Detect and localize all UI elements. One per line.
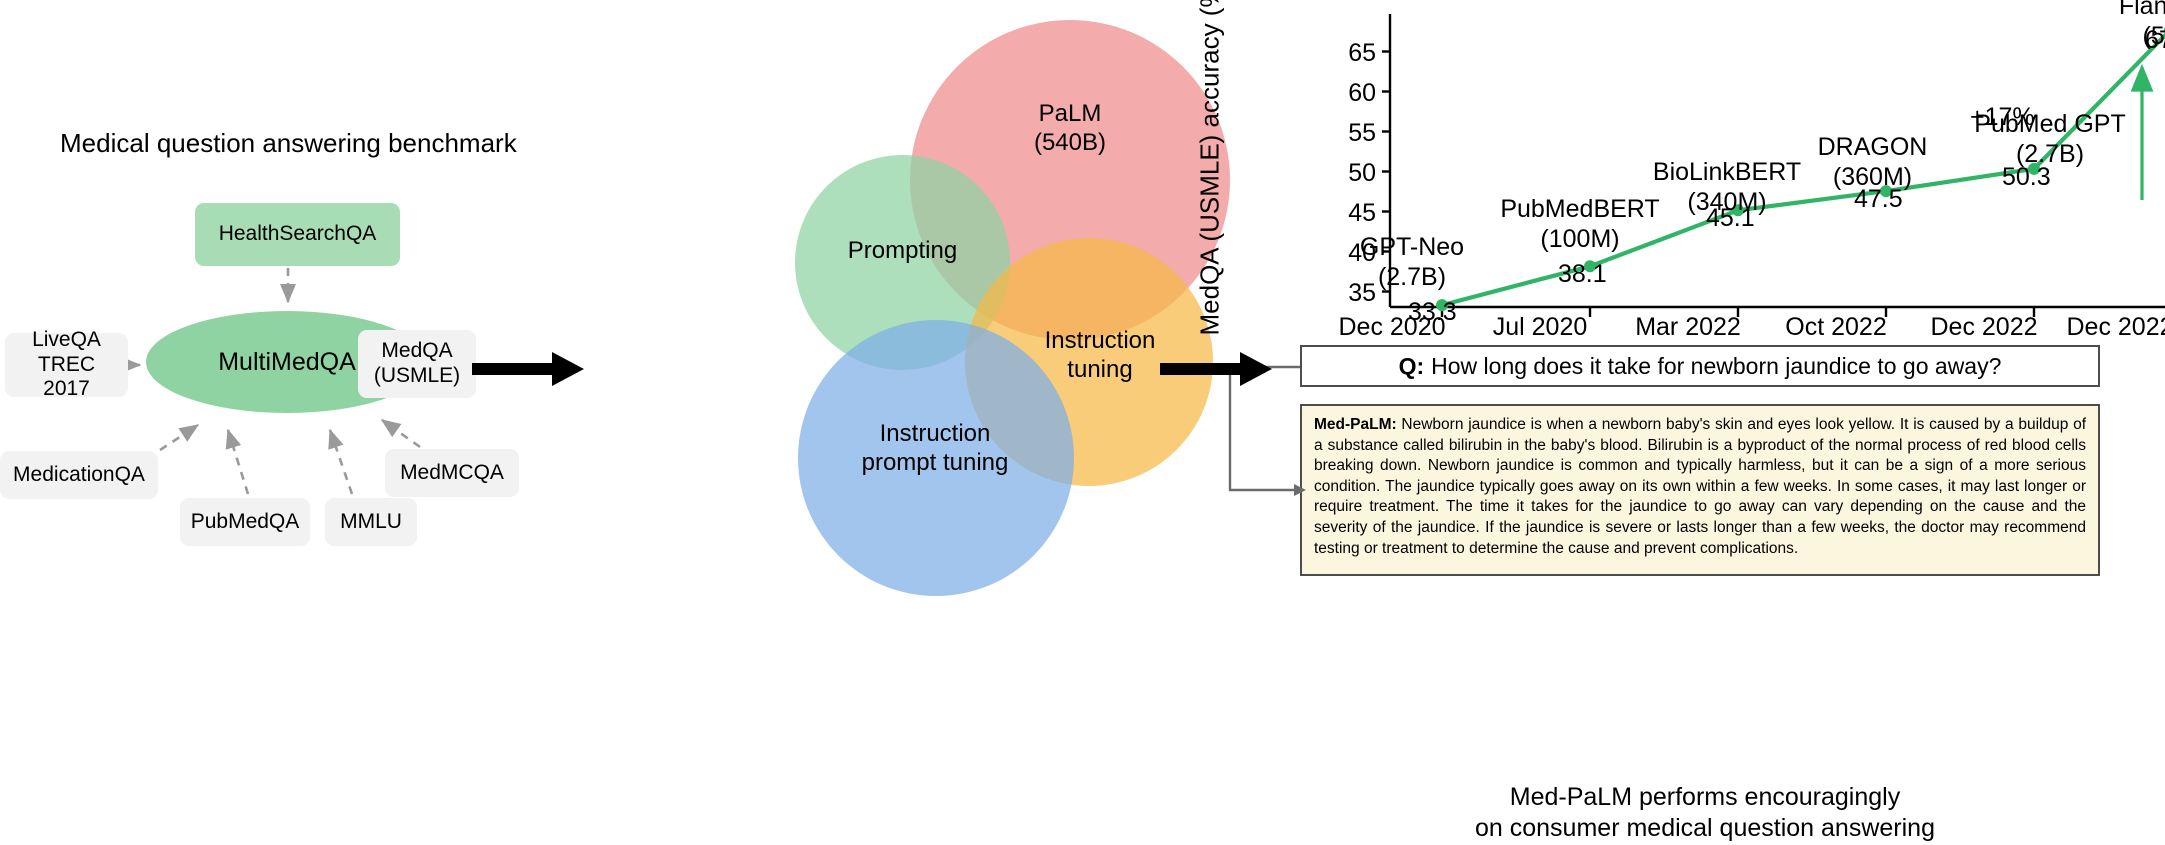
qa-caption-line-1: Med-PaLM performs encouragingly: [1509, 783, 1901, 811]
qa-answer-box: Med-PaLM: Newborn jaundice is when a new…: [1300, 404, 2100, 576]
qa-caption: Med-PaLM performs encouragingly on consu…: [1360, 782, 2050, 845]
node-liveqa[interactable]: LiveQA TREC 2017: [5, 328, 128, 400]
point-name-3: DRAGON (360M): [1817, 133, 1928, 191]
qa-connector: [1228, 365, 1306, 496]
qa-caption-line-2: on consumer medical question answering: [1475, 814, 1935, 843]
qa-question-box: Q: How long does it take for newborn jau…: [1300, 345, 2100, 387]
flow-arrow-1: [472, 352, 584, 386]
node-pubmedqa[interactable]: PubMedQA: [180, 498, 310, 546]
node-medqa[interactable]: MedQA (USMLE): [358, 330, 476, 398]
point-name-0: GPT-Neo (2.7B): [1359, 233, 1465, 291]
node-healthsearchqa[interactable]: HealthSearchQA: [195, 203, 400, 266]
x-tick-5: Dec 2022: [2066, 313, 2165, 341]
point-name-5: Flan-PaLM (540B): [2118, 0, 2165, 50]
venn-label-palm: PaLM (540B): [1033, 100, 1107, 156]
qa-answer-text: Newborn jaundice is when a newborn baby'…: [1314, 416, 2086, 557]
qa-question-prefix: Q:: [1398, 352, 1425, 379]
x-tick-1: Jul 2020: [1492, 313, 1588, 341]
venn-label-instruction-tuning: Instruction tuning: [1044, 327, 1156, 383]
qa-question-text: How long does it take for newborn jaundi…: [1431, 352, 2002, 379]
venn-label-prompting: Prompting: [847, 237, 958, 264]
page-title: Medical question answering benchmark: [60, 128, 517, 158]
flow-arrow-2: [1160, 352, 1272, 386]
point-value-1: 38.1: [1558, 260, 1607, 288]
benchmark-panel: Medical question answering benchmark Hea…: [0, 0, 519, 620]
chart-panel: Automated and human evaluation MedQA (US…: [1170, 0, 2165, 341]
node-medmcqa[interactable]: MedMCQA: [385, 449, 519, 497]
y-tick-60: 60: [1348, 79, 1376, 107]
x-tick-2: Mar 2022: [1635, 313, 1741, 341]
y-tick-65: 65: [1348, 39, 1376, 67]
figure-root: Medical question answering benchmark Hea…: [0, 0, 2165, 845]
node-medicationqa[interactable]: MedicationQA: [0, 451, 158, 499]
x-tick-0: Dec 2020: [1338, 313, 1446, 341]
venn-label-instruction-prompt-tuning: Instruction prompt tuning: [861, 420, 1009, 476]
y-tick-55: 55: [1348, 119, 1376, 147]
venn-panel: PaLM (540B) Prompting Instruction tuning…: [620, 0, 1230, 620]
node-mmlu[interactable]: MMLU: [325, 498, 417, 546]
y-tick-50: 50: [1348, 159, 1376, 187]
y-tick-45: 45: [1348, 199, 1376, 227]
improvement-annotation: +17%: [1970, 103, 2035, 131]
x-tick-4: Dec 2022: [1930, 313, 2038, 341]
x-tick-3: Oct 2022: [1785, 313, 1887, 341]
chart-y-axis-label: MedQA (USMLE) accuracy (%): [1194, 0, 1225, 336]
